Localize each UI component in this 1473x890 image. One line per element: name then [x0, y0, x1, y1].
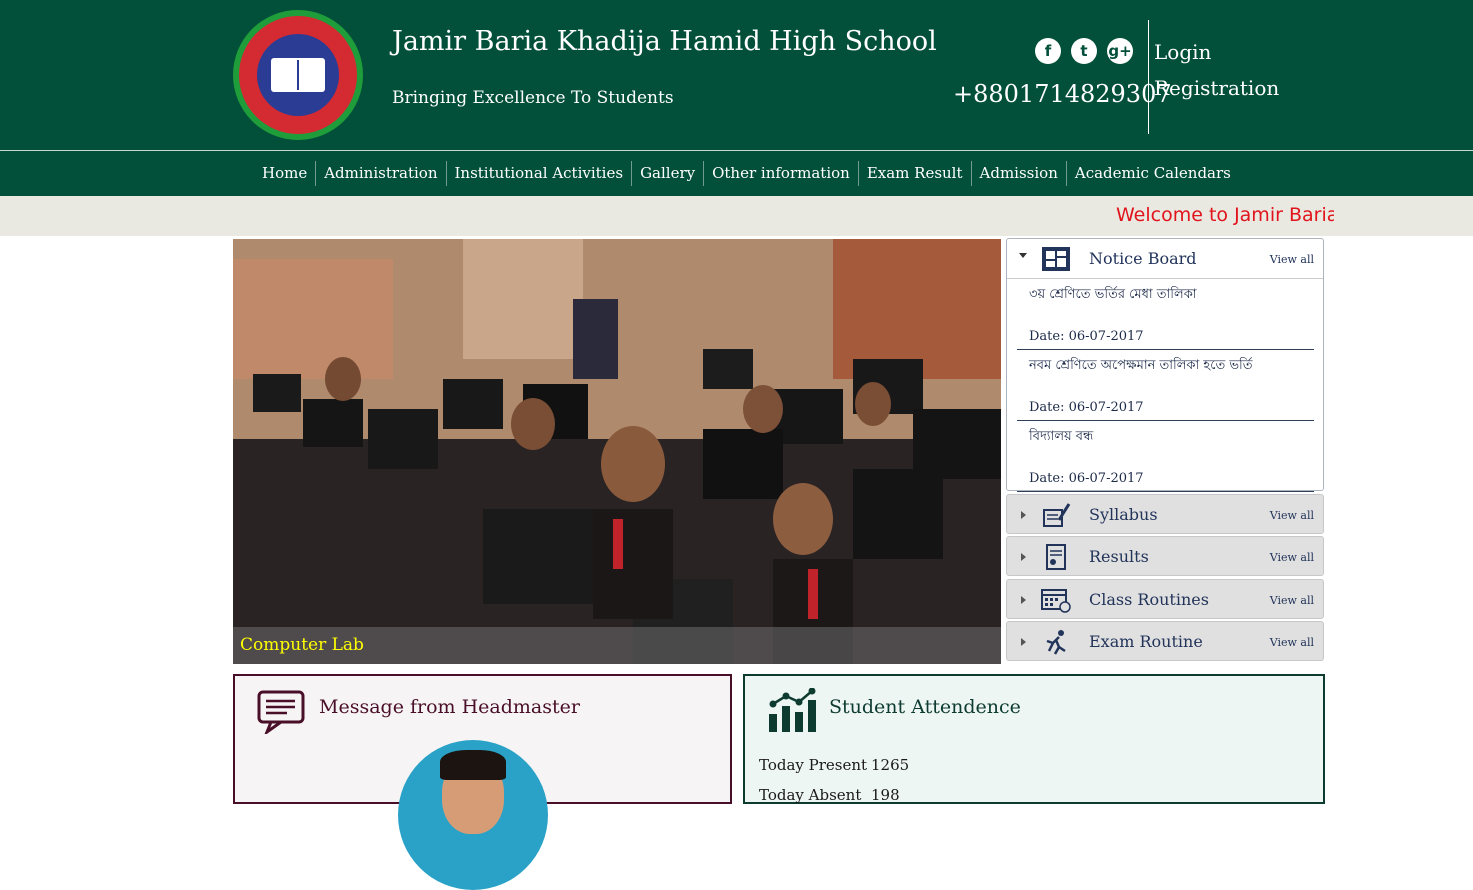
login-link[interactable]: Login: [1154, 40, 1211, 64]
marquee-text: Welcome to Jamir Baria: [1116, 204, 1334, 226]
tagline: Bringing Excellence To Students: [392, 88, 674, 108]
caret-right-icon: [1021, 596, 1026, 604]
notice-title[interactable]: নবম শ্রেণিতে অপেক্ষমান তালিকা হতে ভর্তি: [1029, 356, 1253, 377]
exam-runner-icon: [1046, 630, 1066, 655]
twitter-icon[interactable]: t: [1071, 38, 1097, 64]
caret-right-icon: [1021, 638, 1026, 646]
notice-date: Date: 06-07-2017: [1029, 400, 1144, 415]
bar-chart-icon: [769, 688, 816, 732]
nav-administration[interactable]: Administration: [315, 161, 445, 186]
attendance-title: Student Attendence: [829, 696, 1021, 718]
results-panel[interactable]: Results View all: [1006, 536, 1324, 576]
notice-item[interactable]: ৩য় শ্রেণিতে ভর্তির মেধা তালিকা Date: 06…: [1017, 279, 1314, 350]
notice-date: Date: 06-07-2017: [1029, 329, 1144, 344]
syllabus-title: Syllabus: [1089, 505, 1158, 524]
caret-right-icon: [1021, 511, 1026, 519]
chat-bubble-icon: [257, 690, 305, 734]
notice-board-panel: Notice Board View all ৩য় শ্রেণিতে ভর্তি…: [1006, 238, 1324, 492]
attendance-value: 198: [871, 786, 900, 804]
headmaster-photo: [398, 740, 548, 890]
headmaster-message-card: Message from Headmaster: [233, 674, 732, 890]
welcome-marquee: Welcome to Jamir Baria: [0, 196, 1473, 236]
notice-board-header[interactable]: Notice Board View all: [1007, 239, 1323, 279]
nav-other-information[interactable]: Other information: [703, 161, 858, 186]
exam-routine-view-all[interactable]: View all: [1270, 636, 1314, 649]
site-header: Jamir Baria Khadija Hamid High School Br…: [0, 0, 1473, 150]
syllabus-panel[interactable]: Syllabus View all: [1006, 494, 1324, 534]
syllabus-view-all[interactable]: View all: [1270, 509, 1314, 522]
google-plus-icon[interactable]: g+: [1107, 38, 1133, 64]
phone-number: +8801714829307: [953, 80, 1172, 108]
student-attendance-card: Student Attendence Today Present 1265 Tod…: [743, 674, 1325, 804]
results-icon: [1046, 544, 1066, 570]
exam-routine-panel[interactable]: Exam Routine View all: [1006, 621, 1324, 661]
class-routines-panel[interactable]: Class Routines View all: [1006, 579, 1324, 619]
header-divider: [1148, 20, 1149, 134]
exam-routine-title: Exam Routine: [1089, 632, 1203, 651]
logo-ring: [239, 16, 357, 134]
nav-institutional-activities[interactable]: Institutional Activities: [445, 161, 632, 186]
notice-item[interactable]: নবম শ্রেণিতে অপেক্ষমান তালিকা হতে ভর্তি …: [1017, 350, 1314, 421]
caret-down-icon: [1019, 253, 1027, 258]
registration-link[interactable]: Registration: [1154, 76, 1279, 100]
notice-date: Date: 06-07-2017: [1029, 471, 1144, 486]
notice-board-icon: [1042, 247, 1070, 271]
class-routines-title: Class Routines: [1089, 590, 1209, 609]
results-title: Results: [1089, 547, 1149, 566]
image-slider[interactable]: Computer Lab: [233, 239, 1001, 664]
attendance-row-absent: Today Absent 198: [759, 786, 900, 804]
notice-item[interactable]: বিদ্যালয় বন্ধ Date: 06-07-2017: [1017, 421, 1314, 492]
nav-admission[interactable]: Admission: [970, 161, 1066, 186]
main-nav: Home Administration Institutional Activi…: [0, 150, 1473, 196]
attendance-row-present: Today Present 1265: [759, 756, 909, 774]
nav-home[interactable]: Home: [254, 161, 315, 186]
social-links: f t g+: [1035, 38, 1133, 64]
attendance-value: 1265: [871, 756, 910, 774]
notice-board-view-all[interactable]: View all: [1270, 253, 1314, 266]
attendance-label: Today Present: [759, 756, 868, 774]
slide-caption: Computer Lab: [240, 635, 364, 655]
notice-title[interactable]: ৩য় শ্রেণিতে ভর্তির মেধা তালিকা: [1029, 285, 1197, 306]
school-logo[interactable]: [233, 10, 363, 140]
class-routines-view-all[interactable]: View all: [1270, 594, 1314, 607]
headmaster-message-title: Message from Headmaster: [319, 696, 580, 718]
nav-gallery[interactable]: Gallery: [631, 161, 703, 186]
caret-right-icon: [1021, 553, 1026, 561]
syllabus-icon: [1043, 503, 1071, 527]
facebook-icon[interactable]: f: [1035, 38, 1061, 64]
book-icon: [271, 58, 325, 92]
computer-lab-photo: [233, 239, 1001, 664]
logo-inner-emblem: [257, 34, 339, 116]
calendar-icon: [1041, 589, 1071, 613]
nav-exam-result[interactable]: Exam Result: [857, 161, 971, 186]
results-view-all[interactable]: View all: [1270, 551, 1314, 564]
slide-caption-bar: Computer Lab: [233, 627, 1001, 664]
notice-board-title: Notice Board: [1089, 249, 1197, 268]
attendance-label: Today Absent: [759, 786, 862, 804]
nav-academic-calendars[interactable]: Academic Calendars: [1065, 161, 1239, 186]
notice-title[interactable]: বিদ্যালয় বন্ধ: [1029, 427, 1093, 448]
school-name[interactable]: Jamir Baria Khadija Hamid High School: [392, 26, 937, 57]
